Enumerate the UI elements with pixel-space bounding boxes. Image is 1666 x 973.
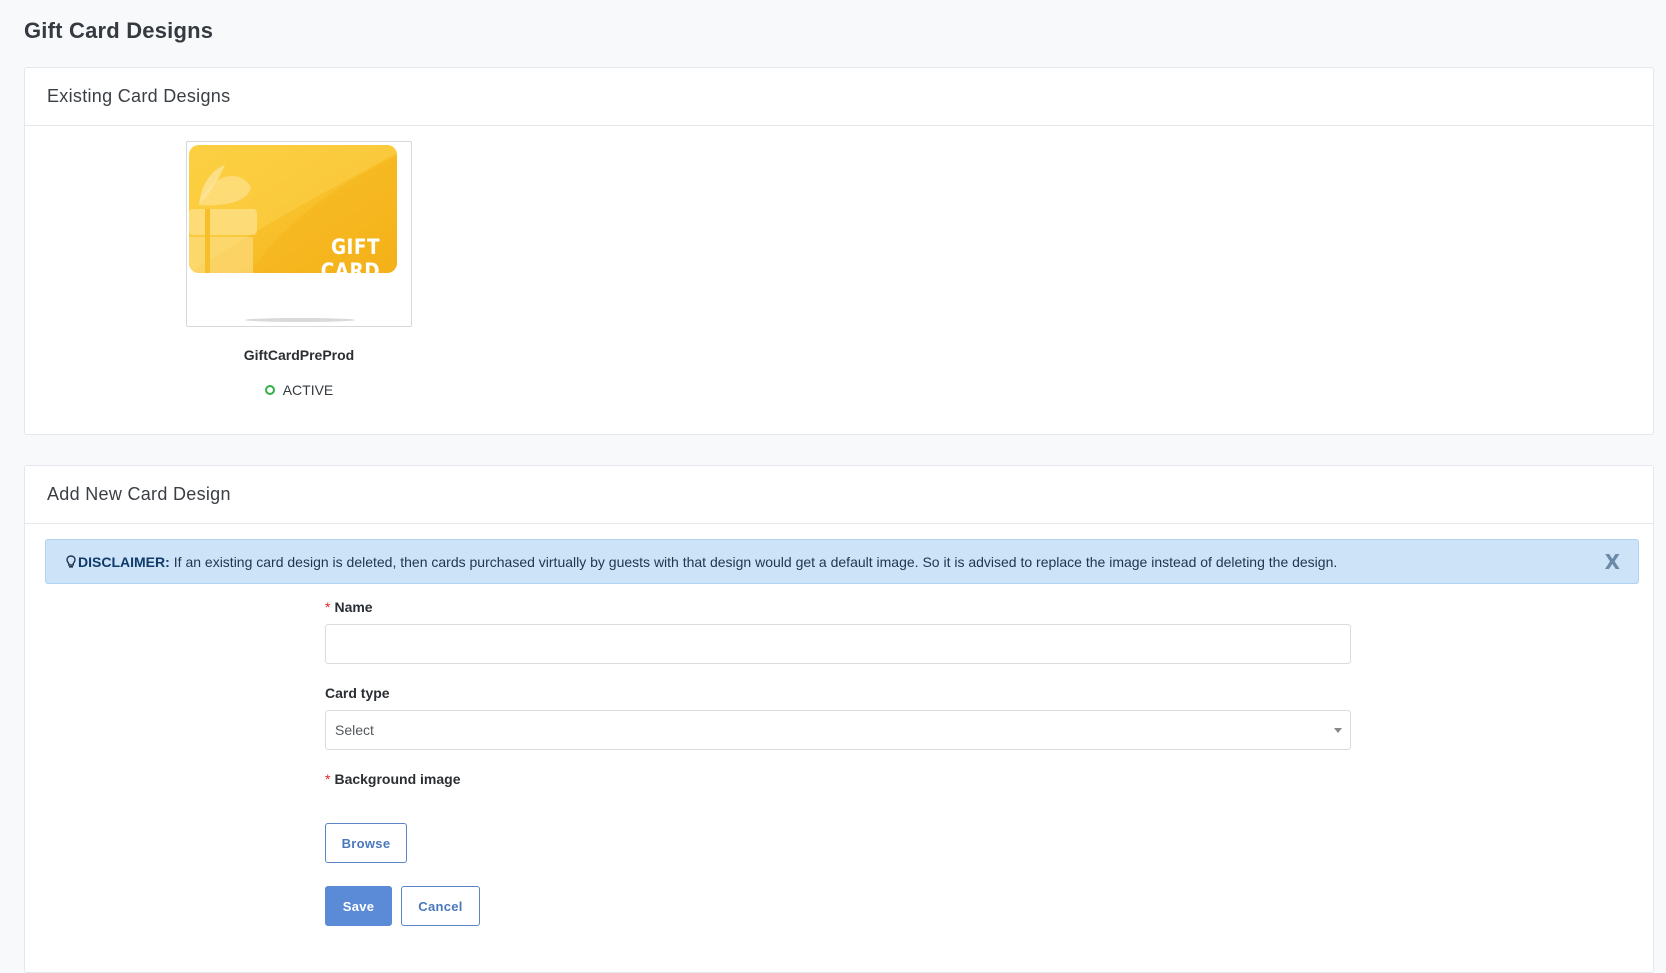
gift-card-image-text: GIFT CARD xyxy=(320,235,380,283)
required-mark: * xyxy=(325,599,331,615)
close-disclaimer-button[interactable]: X xyxy=(1605,550,1620,574)
add-new-design-panel: Add New Card Design DISCLAIMER: If an ex… xyxy=(24,465,1654,973)
card-design-tile[interactable]: GIFT CARD GiftCardPreProd ACTIVE xyxy=(186,141,412,398)
existing-designs-panel: Existing Card Designs GIFT CARD GiftCard… xyxy=(24,67,1654,435)
chevron-down-icon xyxy=(1334,728,1342,733)
existing-designs-heading: Existing Card Designs xyxy=(25,68,1653,126)
name-input[interactable] xyxy=(325,624,1351,664)
card-thumbnail[interactable]: GIFT CARD xyxy=(186,141,412,327)
card-status: ACTIVE xyxy=(186,382,412,398)
required-mark: * xyxy=(325,771,331,787)
save-button[interactable]: Save xyxy=(325,886,392,926)
card-status-label: ACTIVE xyxy=(282,382,334,398)
card-design-name: GiftCardPreProd xyxy=(243,347,355,363)
disclaimer-label: DISCLAIMER: xyxy=(78,553,170,570)
browse-button[interactable]: Browse xyxy=(325,823,407,863)
card-type-selected-value: Select xyxy=(335,722,374,738)
page-title: Gift Card Designs xyxy=(24,18,214,43)
status-active-icon xyxy=(264,385,275,395)
card-type-label: Card type xyxy=(325,685,390,701)
cancel-button[interactable]: Cancel xyxy=(401,886,480,926)
disclaimer-text: If an existing card design is deleted, t… xyxy=(173,553,1338,570)
card-type-select[interactable]: Select xyxy=(325,710,1351,750)
background-image-label: * Background image xyxy=(325,771,460,787)
card-shadow xyxy=(245,318,355,322)
background-image-label-text: Background image xyxy=(334,771,461,787)
lightbulb-icon xyxy=(66,554,76,568)
name-label-text: Name xyxy=(334,599,373,615)
add-new-design-heading: Add New Card Design xyxy=(25,466,1653,524)
disclaimer-alert: DISCLAIMER: If an existing card design i… xyxy=(45,539,1639,584)
name-label: * Name xyxy=(325,599,373,615)
